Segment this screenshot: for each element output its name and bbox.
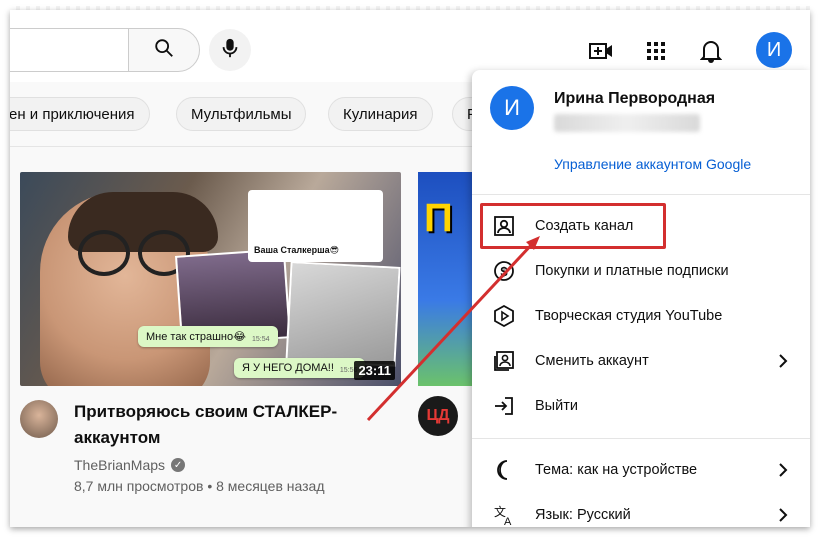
thumbnail-chat-bubble-2: Я У НЕГО ДОМА!! 15:56 xyxy=(234,358,366,378)
channel-name[interactable]: TheBrianMaps xyxy=(74,457,165,473)
search-button[interactable] xyxy=(128,28,200,72)
thumbnail-insta-card: Ваша Сталкерша😎 xyxy=(248,190,383,262)
screenshot-frame: И ен и приключения Мультфильмы Кулинария… xyxy=(10,10,810,527)
manage-account-link[interactable]: Управление аккаунтом Google xyxy=(554,156,751,172)
channel-avatar-2[interactable]: ЦД xyxy=(418,396,458,436)
menu-item-purchases[interactable]: $ Покупки и платные подписки xyxy=(472,249,810,293)
menu-item-sign-out[interactable]: Выйти xyxy=(472,384,810,428)
video-2-thumb-text: П xyxy=(424,196,453,240)
video-title[interactable]: Притворяюсь своим СТАЛКЕР-аккаунтом xyxy=(74,399,364,451)
dollar-circle-icon: $ xyxy=(492,259,516,283)
notifications-icon[interactable] xyxy=(698,38,724,64)
thumbnail-photo-right xyxy=(285,261,401,367)
voice-search-button[interactable] xyxy=(209,29,251,71)
video-meta: 8,7 млн просмотров • 8 месяцев назад xyxy=(74,478,325,494)
chip-adventure[interactable]: ен и приключения xyxy=(10,97,150,131)
svg-text:$: $ xyxy=(500,264,508,279)
annotation-highlight-box xyxy=(480,203,666,249)
menu-item-studio[interactable]: Творческая студия YouTube xyxy=(472,294,810,338)
menu-divider xyxy=(472,438,810,439)
mic-icon xyxy=(220,37,240,64)
sign-out-icon xyxy=(492,394,516,418)
switch-account-icon xyxy=(492,349,516,373)
menu-item-label: Язык: Русский xyxy=(535,507,631,523)
menu-item-switch-account[interactable]: Сменить аккаунт xyxy=(472,339,810,383)
chip-cartoons[interactable]: Мультфильмы xyxy=(176,97,307,131)
menu-item-language[interactable]: 文A Язык: Русский xyxy=(472,493,810,527)
menu-item-label: Покупки и платные подписки xyxy=(535,263,729,279)
chevron-right-icon xyxy=(774,506,792,524)
menu-item-label: Выйти xyxy=(535,398,578,414)
account-menu: И Ирина Первородная Управление аккаунтом… xyxy=(472,70,810,527)
verified-check-icon: ✓ xyxy=(171,458,186,472)
search-input[interactable] xyxy=(10,28,130,72)
account-name: Ирина Первородная xyxy=(554,90,716,107)
thumbnail-glasses-left xyxy=(78,230,130,276)
channel-avatar[interactable] xyxy=(20,400,58,438)
video-thumbnail-2[interactable]: П xyxy=(418,172,478,386)
apps-icon[interactable] xyxy=(643,38,669,64)
svg-text:A: A xyxy=(504,516,512,526)
thumbnail-insta-caption: Ваша Сталкерша😎 xyxy=(254,245,340,255)
chevron-right-icon xyxy=(774,352,792,370)
bubble-1-text: Мне так страшно😂 xyxy=(146,331,246,343)
video-channel: TheBrianMaps ✓ xyxy=(74,457,186,473)
search-icon xyxy=(153,37,175,64)
thumbnail-chat-bubble-1: Мне так страшно😂 15:54 xyxy=(138,326,278,347)
menu-avatar: И xyxy=(490,86,534,130)
translate-icon: 文A xyxy=(492,503,516,527)
moon-icon xyxy=(492,458,516,482)
bubble-1-time: 15:54 xyxy=(251,336,270,343)
bubble-2-text: Я У НЕГО ДОМА!! xyxy=(242,362,334,374)
chevron-right-icon xyxy=(774,461,792,479)
account-email-blurred xyxy=(554,114,700,132)
create-video-icon[interactable] xyxy=(588,38,614,64)
video-duration-badge: 23:11 xyxy=(354,361,395,380)
chip-cooking[interactable]: Кулинария xyxy=(328,97,433,131)
studio-play-icon xyxy=(492,304,516,328)
menu-item-label: Сменить аккаунт xyxy=(535,353,649,369)
account-avatar-button[interactable]: И xyxy=(756,32,792,68)
menu-item-theme[interactable]: Тема: как на устройстве xyxy=(472,448,810,492)
menu-divider xyxy=(472,194,810,195)
menu-item-label: Тема: как на устройстве xyxy=(535,462,698,478)
menu-item-label: Творческая студия YouTube xyxy=(535,308,723,324)
video-thumbnail[interactable]: Ваша Сталкерша😎 Мне так страшно😂 15:54 Я… xyxy=(20,172,401,386)
